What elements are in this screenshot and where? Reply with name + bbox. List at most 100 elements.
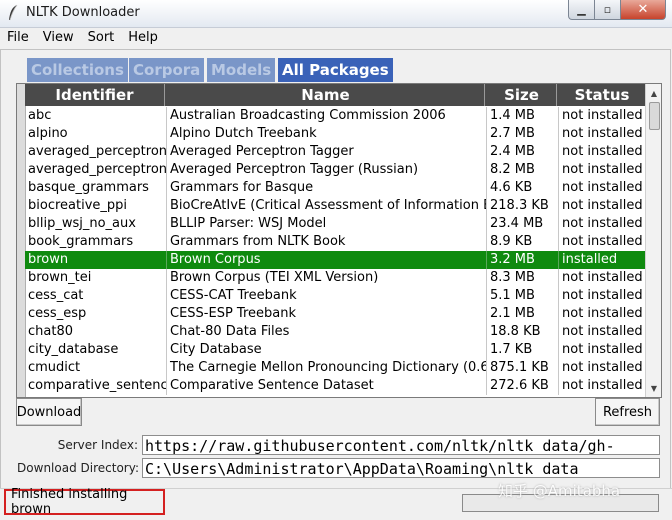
table-row[interactable]: alpino Alpino Dutch Treebank 2.7 MB not ins… [25,125,645,143]
cell-identifier: biocreative_ppi [25,197,167,215]
tab-collections[interactable]: Collections [27,58,128,82]
cell-identifier: chat80 [25,323,167,341]
cell-identifier: alpino [25,125,167,143]
cell-name: Australian Broadcasting Commission 2006 [167,107,487,125]
cell-status: not installed [562,180,643,195]
server-index-label: Server Index: [57,438,138,452]
cell-identifier: city_database [25,341,167,359]
cell-status: not installed [562,324,643,339]
cell-name: Brown Corpus (TEI XML Version) [167,269,487,287]
minimize-button[interactable]: ▁ [568,0,595,20]
refresh-button[interactable]: Refresh [595,398,660,426]
menu-view[interactable]: View [36,28,81,48]
feather-icon [9,4,18,21]
cell-name: The Carnegie Mellon Pronouncing Dictiona… [167,359,487,377]
cell-status: not installed [562,270,643,285]
cell-size: 875.1 KB [487,359,559,377]
tab-all-packages[interactable]: All Packages [278,58,393,82]
cell-identifier: cess_cat [25,287,167,305]
status-message: Finished installing brown [4,487,165,517]
cell-status: installed [562,252,618,267]
download-directory-label: Download Directory: [17,461,139,475]
maximize-button[interactable]: ▫ [594,0,621,20]
cell-status: not installed [562,360,643,375]
column-header-size[interactable]: Size [487,84,557,106]
cell-size: 8.2 MB [487,161,559,179]
package-table: Identifier Name Size Status abc Australia… [16,83,662,398]
menu-file[interactable]: File [0,28,36,48]
cell-status: not installed [562,306,643,321]
cell-name: Alpino Dutch Treebank [167,125,487,143]
cell-name: CESS-ESP Treebank [167,305,487,323]
table-row[interactable]: averaged_perceptron_t Averaged Perceptron… [25,161,645,179]
cell-size: 1.4 MB [487,107,559,125]
cell-identifier: averaged_perceptron_t [25,143,167,161]
column-header-status[interactable]: Status [559,84,646,106]
cell-size: 272.6 KB [487,377,559,395]
vertical-scrollbar[interactable]: ▲ ▼ [645,84,661,397]
column-header-identifier[interactable]: Identifier [25,84,165,106]
download-button[interactable]: Download [16,398,82,426]
table-row[interactable]: bllip_wsj_no_aux BLLIP Parser: WSJ Model 2… [25,215,645,233]
cell-status: not installed [562,342,643,357]
cell-name: City Database [167,341,487,359]
tab-models[interactable]: Models [207,58,276,82]
tab-corpora[interactable]: Corpora [129,58,205,82]
cell-status: not installed [562,288,643,303]
cell-name: BLLIP Parser: WSJ Model [167,215,487,233]
column-header-name[interactable]: Name [167,84,485,106]
table-row[interactable]: abc Australian Broadcasting Commission 20… [25,107,645,125]
server-index-field[interactable]: https://raw.githubusercontent.com/nltk/n… [142,435,660,455]
cell-size: 2.1 MB [487,305,559,323]
table-row[interactable]: brown Brown Corpus 3.2 MB installed [25,251,645,269]
cell-identifier: comparative_sentences [25,377,167,395]
cell-status: not installed [562,234,643,249]
table-row[interactable]: chat80 Chat-80 Data Files 18.8 KB not insta… [25,323,645,341]
close-button[interactable]: ✕ [620,0,666,20]
cell-name: Grammars from NLTK Book [167,233,487,251]
cell-identifier: cmudict [25,359,167,377]
menu-sort[interactable]: Sort [81,28,122,48]
cell-name: Grammars for Basque [167,179,487,197]
cell-identifier: cess_esp [25,305,167,323]
cell-identifier: abc [25,107,167,125]
cell-status: not installed [562,216,643,231]
cell-status: not installed [562,108,643,123]
cell-identifier: brown [25,251,167,269]
cell-size: 23.4 MB [487,215,559,233]
cell-status: not installed [562,378,643,393]
watermark-text: 知乎 @Amitabha [498,482,621,500]
table-row[interactable]: book_grammars Grammars from NLTK Book 8.9 … [25,233,645,251]
scroll-down-arrow-icon[interactable]: ▼ [646,381,661,395]
cell-size: 218.3 KB [487,197,559,215]
table-row[interactable]: cess_cat CESS-CAT Treebank 5.1 MB not insta… [25,287,645,305]
table-row[interactable]: comparative_sentencesComparative Sentenc… [25,377,645,395]
table-row[interactable]: basque_grammars Grammars for Basque 4.6 KB… [25,179,645,197]
cell-identifier: basque_grammars [25,179,167,197]
table-row[interactable]: averaged_perceptron_t Averaged Perceptron… [25,143,645,161]
cell-size: 2.7 MB [487,125,559,143]
table-row[interactable]: cmudict The Carnegie Mellon Pronouncing D… [25,359,645,377]
cell-size: 1.7 KB [487,341,559,359]
download-directory-field[interactable]: C:\Users\Administrator\AppData\Roaming\n… [142,458,660,478]
table-row[interactable]: city_database City Database 1.7 KB not inst… [25,341,645,359]
table-row[interactable]: cess_esp CESS-ESP Treebank 2.1 MB not insta… [25,305,645,323]
table-row[interactable]: biocreative_ppi BioCreAtIvE (Critical Ass… [25,197,645,215]
cell-size: 5.1 MB [487,287,559,305]
table-row[interactable]: brown_tei Brown Corpus (TEI XML Version) 8… [25,269,645,287]
scroll-up-arrow-icon[interactable]: ▲ [646,86,661,100]
cell-name: Averaged Perceptron Tagger (Russian) [167,161,487,179]
cell-size: 8.3 MB [487,269,559,287]
cell-name: Brown Corpus [167,251,487,269]
cell-identifier: averaged_perceptron_t [25,161,167,179]
cell-size: 8.9 KB [487,233,559,251]
window-title: NLTK Downloader [26,5,140,20]
menu-bar: File View Sort Help [0,28,672,48]
scroll-thumb[interactable] [649,102,660,130]
cell-identifier: bllip_wsj_no_aux [25,215,167,233]
cell-status: not installed [562,162,643,177]
cell-size: 3.2 MB [487,251,559,269]
cell-status: not installed [562,144,643,159]
cell-name: BioCreAtIvE (Critical Assessment of Info… [167,197,487,215]
menu-help[interactable]: Help [121,28,165,48]
